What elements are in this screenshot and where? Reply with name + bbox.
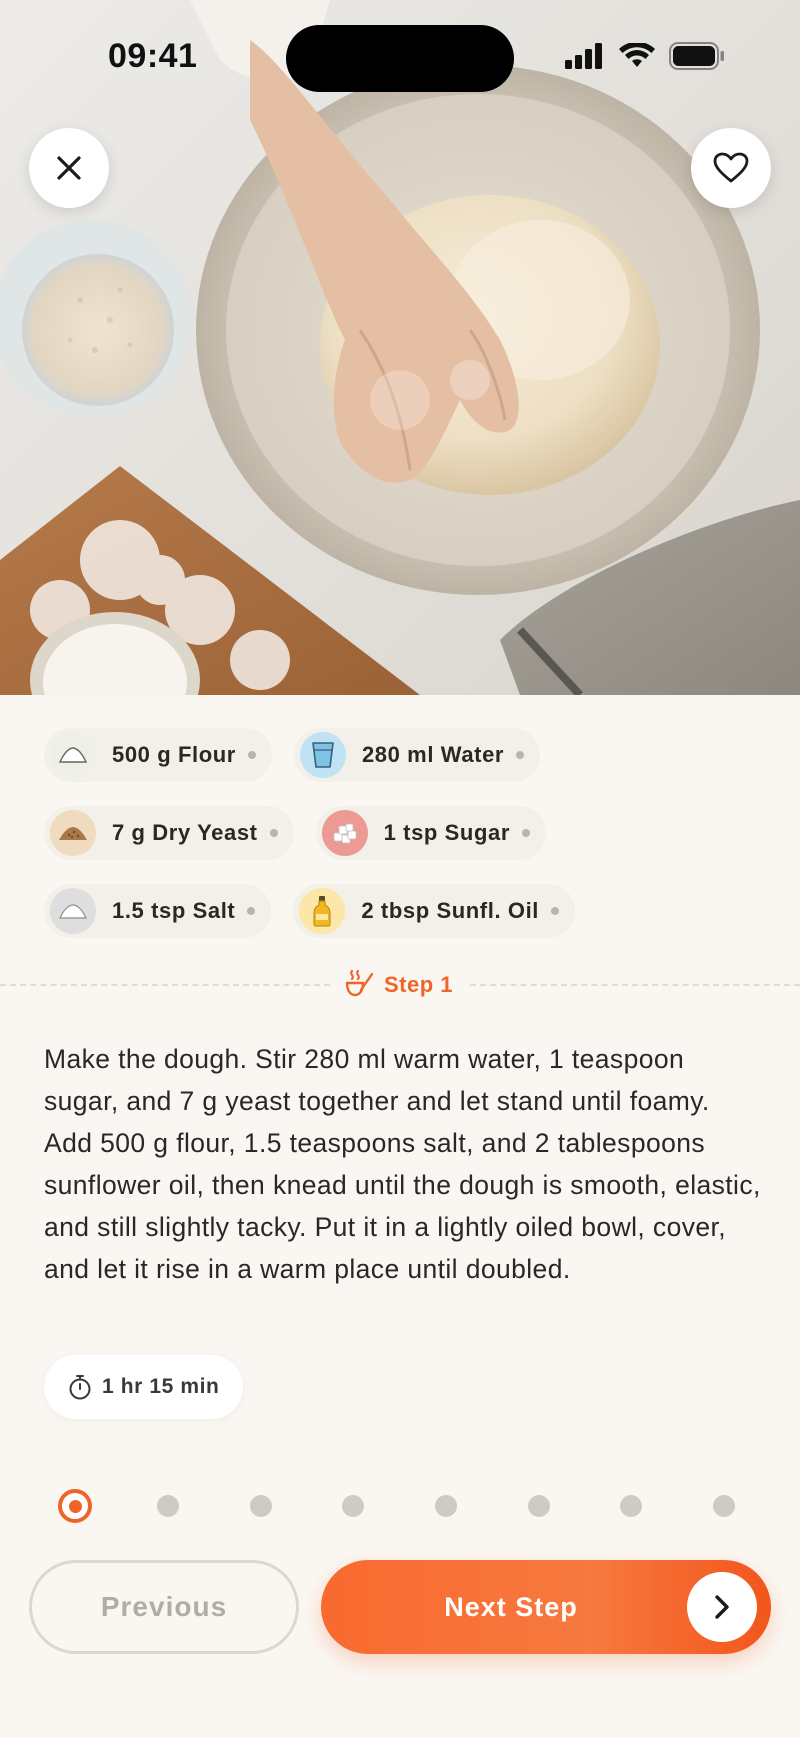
ingredient-label: 280 ml Water: [361, 742, 505, 767]
status-icons: [565, 42, 725, 70]
ingredient-chip-flour[interactable]: 500 g Flour: [44, 728, 272, 782]
salt-icon: [50, 888, 96, 934]
chevron-right-icon: [687, 1572, 757, 1642]
status-time: 09:41: [108, 37, 198, 75]
ingredient-list: 500 g Flour 280 ml Water 7 g Dry Yeast 1…: [44, 728, 764, 962]
close-icon: [57, 156, 81, 180]
step-instruction: Make the dough. Stir 280 ml warm water, …: [44, 1044, 761, 1284]
ingredient-label: 500 g Flour: [112, 742, 236, 767]
step-label: Step 1: [384, 972, 454, 997]
flour-icon: [50, 732, 96, 778]
dynamic-island: [286, 25, 514, 92]
step-header: Step 1: [0, 964, 800, 1006]
hero-image: 09:41: [0, 0, 800, 695]
favorite-button[interactable]: [691, 128, 771, 208]
next-step-label: Next Step: [444, 1591, 578, 1622]
step-title: Step 1: [344, 964, 453, 1006]
ingredient-dot: [522, 829, 531, 837]
page-dot[interactable]: [528, 1495, 550, 1517]
ingredient-chip-sugar[interactable]: 1 tsp Sugar: [315, 806, 547, 860]
page-dot[interactable]: [250, 1495, 272, 1517]
ingredient-dot: [269, 829, 278, 837]
page-dot[interactable]: [157, 1495, 179, 1517]
stopwatch-icon: [69, 1375, 91, 1400]
ingredient-row: 1.5 tsp Salt 2 tbsp Sunfl. Oil: [44, 884, 764, 938]
next-step-button[interactable]: Next Step: [321, 1560, 771, 1654]
timer-label: 1 hr 15 min: [102, 1375, 220, 1398]
ingredient-chip-water[interactable]: 280 ml Water: [293, 728, 541, 782]
yeast-icon: [50, 810, 96, 856]
timer-badge[interactable]: 1 hr 15 min: [44, 1355, 244, 1419]
ingredient-dot: [551, 907, 560, 915]
page-dot[interactable]: [620, 1495, 642, 1517]
signal-icon: [565, 43, 602, 69]
steaming-ladle-icon: [345, 969, 374, 997]
ingredient-label: 1.5 tsp Salt: [112, 898, 236, 923]
ingredient-dot: [247, 907, 256, 915]
page-dot[interactable]: [342, 1495, 364, 1517]
previous-button[interactable]: Previous: [29, 1560, 299, 1654]
ingredient-label: 2 tbsp Sunfl. Oil: [361, 898, 540, 923]
status-bar: 09:41: [0, 0, 800, 116]
ingredient-label: 7 g Dry Yeast: [112, 820, 258, 845]
ingredient-label: 1 tsp Sugar: [383, 820, 511, 845]
wifi-icon: [619, 43, 655, 67]
water-glass-icon: [299, 732, 346, 778]
oil-bottle-icon: [299, 888, 346, 934]
ingredient-row: 500 g Flour 280 ml Water: [44, 728, 764, 782]
ingredient-chip-yeast[interactable]: 7 g Dry Yeast: [44, 806, 294, 860]
battery-icon: [669, 42, 724, 70]
page-dot-active[interactable]: [58, 1489, 92, 1523]
divider: [470, 984, 800, 986]
heart-icon: [713, 152, 749, 183]
page-dot[interactable]: [435, 1495, 457, 1517]
divider: [0, 984, 330, 986]
ingredient-row: 7 g Dry Yeast 1 tsp Sugar: [44, 806, 764, 860]
page-dot[interactable]: [713, 1495, 735, 1517]
step-pagination: [0, 1488, 800, 1524]
ingredient-chip-salt[interactable]: 1.5 tsp Salt: [44, 884, 272, 938]
close-button[interactable]: [29, 128, 109, 208]
ingredient-chip-oil[interactable]: 2 tbsp Sunfl. Oil: [293, 884, 576, 938]
sugar-icon: [321, 810, 368, 856]
ingredient-dot: [516, 751, 525, 759]
ingredient-dot: [247, 751, 256, 759]
